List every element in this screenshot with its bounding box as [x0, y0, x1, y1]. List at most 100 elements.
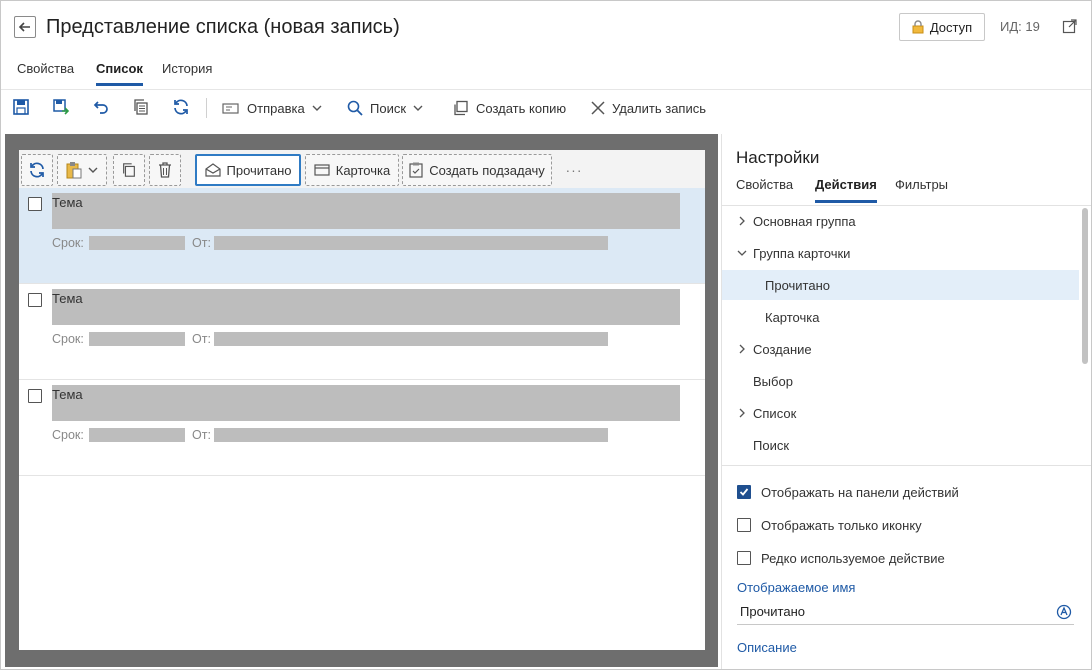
trash-icon — [159, 162, 171, 178]
from-placeholder — [214, 428, 608, 442]
toolbar-separator — [206, 98, 207, 118]
tree-item-label: Поиск — [753, 437, 790, 453]
settings-title: Настройки — [736, 148, 820, 167]
row-checkbox[interactable] — [28, 197, 42, 211]
search-button[interactable]: Поиск — [347, 96, 423, 120]
refresh-icon — [174, 99, 188, 115]
tab-properties[interactable]: Свойства — [17, 61, 74, 83]
option-icon-only[interactable]: Отображать только иконку — [737, 515, 922, 535]
preview-copy-button[interactable] — [113, 154, 145, 186]
undo-button[interactable] — [92, 98, 110, 116]
list-item[interactable]: Тема Срок: От: — [19, 284, 705, 380]
chevron-right-icon[interactable] — [737, 216, 747, 226]
option-label: Отображать на панели действий — [761, 484, 959, 500]
subject-placeholder — [52, 289, 680, 325]
chevron-right-icon[interactable] — [737, 344, 747, 354]
settings-panel: Настройки Свойства Действия Фильтры Осно… — [721, 134, 1091, 669]
option-rarely-used[interactable]: Редко используемое действие — [737, 548, 945, 568]
tree-item-create[interactable]: Создание — [722, 334, 1079, 364]
tree-item-label: Группа карточки — [753, 245, 851, 261]
delete-record-button[interactable]: Удалить запись — [591, 96, 706, 120]
tree-divider — [722, 465, 1091, 466]
save-button[interactable] — [12, 98, 30, 116]
chevron-down-icon — [88, 167, 98, 173]
preview-card-button[interactable]: Карточка — [305, 154, 399, 186]
localization-icon[interactable] — [1056, 604, 1072, 620]
access-button[interactable]: Доступ — [899, 13, 985, 41]
copy-icon — [123, 163, 135, 177]
tree-item-card-group[interactable]: Группа карточки — [722, 238, 1079, 268]
list-item[interactable]: Тема Срок: От: — [19, 380, 705, 476]
chevron-down-icon — [413, 105, 423, 111]
duplicate-icon — [454, 100, 468, 116]
back-button[interactable] — [14, 16, 36, 38]
tree-scrollbar[interactable] — [1082, 208, 1088, 364]
subtask-icon — [409, 162, 423, 178]
save-and-close-icon — [53, 99, 70, 115]
preview-delete-button[interactable] — [149, 154, 181, 186]
option-label: Отображать только иконку — [761, 517, 922, 533]
display-name-label: Отображаемое имя — [737, 580, 856, 595]
due-placeholder — [89, 332, 185, 346]
lock-icon — [912, 20, 924, 34]
row-checkbox[interactable] — [28, 389, 42, 403]
list-item[interactable]: Тема Срок: От: — [19, 188, 705, 284]
record-id: ИД: 19 — [1000, 19, 1040, 34]
copy-link-button[interactable] — [132, 98, 150, 116]
tab-history[interactable]: История — [162, 61, 212, 83]
preview-create-subtask-button[interactable]: Создать подзадачу — [402, 154, 552, 186]
refresh-button[interactable] — [172, 98, 190, 116]
preview-more-button[interactable]: ··· — [565, 154, 583, 186]
tree-item-label: Карточка — [765, 309, 820, 325]
clipboard-icon — [66, 162, 82, 179]
checkbox[interactable] — [737, 518, 751, 532]
row-due-label: Срок: — [52, 428, 84, 442]
row-from-label: От: — [192, 236, 211, 250]
checkbox-checked[interactable] — [737, 485, 751, 499]
row-subject: Тема — [52, 195, 83, 210]
tree-item-read[interactable]: Прочитано — [722, 270, 1079, 300]
undo-icon — [93, 101, 108, 114]
tree-item-select[interactable]: Выбор — [722, 366, 1079, 396]
list-preview-area: Прочитано Карточка Создать подзадачу ···… — [5, 134, 718, 667]
settings-tab-filters[interactable]: Фильтры — [895, 177, 948, 200]
search-icon — [347, 100, 363, 116]
refresh-icon — [30, 162, 44, 178]
tree-item-card[interactable]: Карточка — [722, 302, 1079, 332]
tree-item-list[interactable]: Список — [722, 398, 1079, 428]
actions-tree: Основная группа Группа карточки Прочитан… — [722, 206, 1091, 466]
open-in-new-window-icon[interactable] — [1062, 18, 1078, 34]
chevron-right-icon[interactable] — [737, 408, 747, 418]
settings-tab-properties[interactable]: Свойства — [736, 177, 793, 200]
checkbox[interactable] — [737, 551, 751, 565]
page-title: Представление списка (новая запись) — [46, 16, 400, 38]
settings-tab-actions[interactable]: Действия — [815, 177, 877, 203]
preview-paste-button[interactable] — [57, 154, 107, 186]
due-placeholder — [89, 428, 185, 442]
row-checkbox[interactable] — [28, 293, 42, 307]
tree-item-label: Основная группа — [753, 213, 856, 229]
create-copy-button[interactable]: Создать копию — [453, 96, 566, 120]
row-due-label: Срок: — [52, 236, 84, 250]
card-icon — [314, 164, 330, 176]
row-subject: Тема — [52, 291, 83, 306]
preview-mark-read-button[interactable]: Прочитано — [195, 154, 301, 186]
row-subject: Тема — [52, 387, 83, 402]
envelope-open-icon — [204, 163, 221, 177]
tree-item-label: Создание — [753, 341, 812, 357]
preview-refresh-button[interactable] — [21, 154, 53, 186]
tree-item-search[interactable]: Поиск — [722, 430, 1079, 460]
tree-item-label: Выбор — [753, 373, 793, 389]
tree-item-main-group[interactable]: Основная группа — [722, 206, 1079, 236]
tab-list[interactable]: Список — [96, 61, 143, 86]
row-due-label: Срок: — [52, 332, 84, 346]
subject-placeholder — [52, 193, 680, 229]
close-icon — [591, 101, 605, 115]
option-show-on-action-panel[interactable]: Отображать на панели действий — [737, 482, 959, 502]
save-and-close-button[interactable] — [52, 98, 70, 116]
chevron-down-icon[interactable] — [737, 248, 747, 258]
subject-placeholder — [52, 385, 680, 421]
main-toolbar: Отправка Поиск Создать копию Удалить зап… — [1, 89, 1091, 125]
send-button[interactable]: Отправка — [222, 96, 322, 120]
display-name-input[interactable]: Прочитано — [737, 599, 1074, 625]
